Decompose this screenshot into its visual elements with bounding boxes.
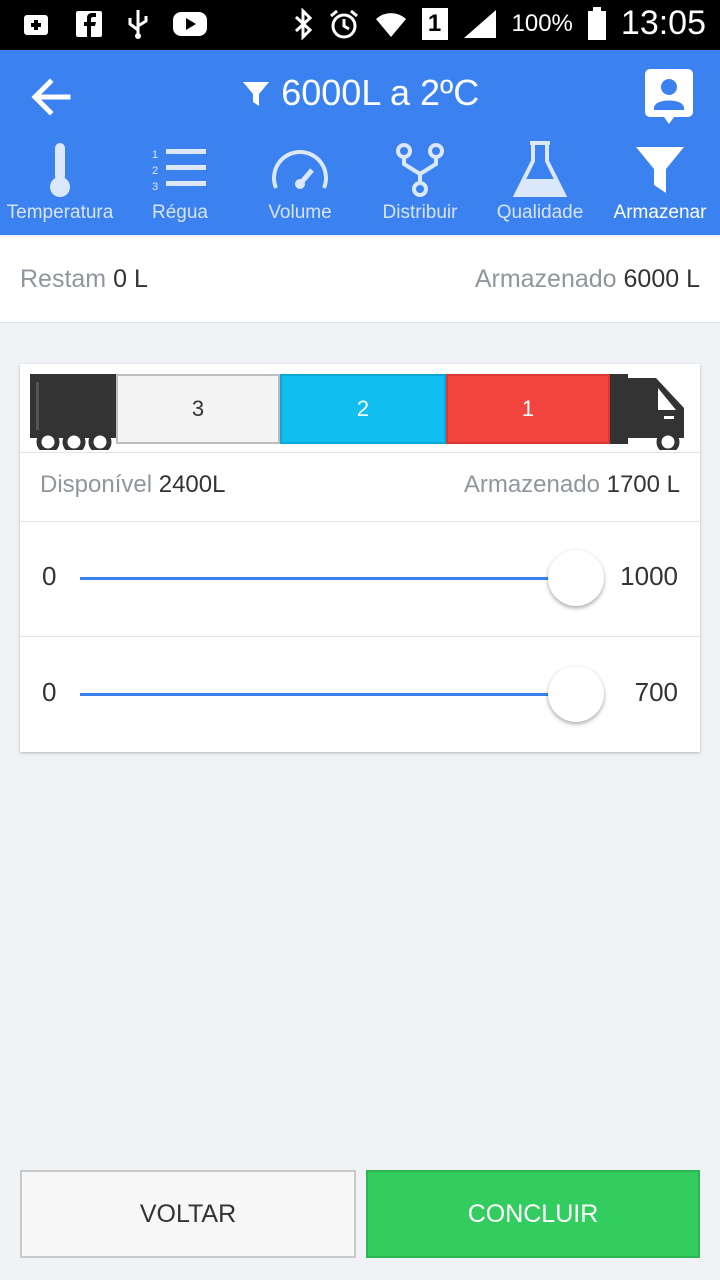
svg-text:2: 2 <box>152 165 158 177</box>
battery-icon <box>587 6 606 40</box>
slider-fill <box>80 693 576 696</box>
ruler-list-icon: 1 2 3 <box>152 149 206 193</box>
compartment-1[interactable]: 1 <box>446 374 610 444</box>
slider-fill <box>80 577 576 580</box>
tab-label: Temperatura <box>6 202 114 223</box>
remaining-label: Restam <box>20 265 107 293</box>
tab-bar: Temperatura 123 Régua Volume Distribuir … <box>0 138 720 235</box>
page-title-text: 6000L a 2ºC <box>281 72 480 113</box>
slider-min: 0 <box>42 561 57 591</box>
back-button[interactable]: VOLTAR <box>20 1170 356 1258</box>
alarm-icon <box>329 9 358 38</box>
gauge-icon <box>272 150 328 189</box>
flask-icon <box>513 141 567 197</box>
sim-badge: 1 <box>421 7 448 40</box>
trailer-rear-icon <box>30 374 116 450</box>
compartment-label: 2 <box>356 396 370 421</box>
clock: 13:05 <box>620 4 706 42</box>
stored-summary: Armazenado 6000 L <box>475 265 700 294</box>
done-button[interactable]: CONCLUIR <box>366 1170 700 1258</box>
truck-cab-icon <box>610 374 684 450</box>
slider-min: 0 <box>42 677 57 707</box>
page-title: 6000L a 2ºC <box>0 72 720 114</box>
facebook-icon <box>76 11 102 37</box>
compartment-label: 3 <box>191 396 205 421</box>
tab-volume[interactable]: Volume <box>240 138 360 235</box>
tab-armazenar[interactable]: Armazenar <box>600 138 720 235</box>
remaining-value: 0 L <box>113 265 148 293</box>
user-profile-icon <box>645 69 693 124</box>
svg-text:1: 1 <box>152 149 158 161</box>
summary-bar: Restam 0 L Armazenado 6000 L <box>0 237 720 323</box>
available-label: Disponível <box>40 471 153 498</box>
profile-button[interactable] <box>644 68 694 126</box>
slider-row-2: 0 700 <box>20 636 700 751</box>
status-bar: 1 100% 13:05 <box>0 0 720 50</box>
stored-label: Armazenado <box>474 265 617 293</box>
tab-distribuir[interactable]: Distribuir <box>360 138 480 235</box>
tab-label: Distribuir <box>382 202 458 223</box>
compartment-stored-info: Armazenado 1700 L <box>464 471 680 499</box>
slider-track[interactable] <box>80 666 604 722</box>
bluetooth-icon <box>294 7 312 40</box>
slider-thumb[interactable] <box>548 666 604 722</box>
youtube-icon <box>173 12 207 36</box>
tab-regua[interactable]: 1 2 3 Régua <box>120 138 240 235</box>
stored-value: 6000 L <box>623 265 700 293</box>
filter-icon <box>636 147 684 193</box>
filter-icon <box>242 82 269 106</box>
tab-label: Armazenar <box>613 202 707 223</box>
usb-icon <box>128 10 148 39</box>
compartment-3[interactable]: 3 <box>116 374 280 444</box>
truck-diagram: 3 2 1 <box>30 372 690 452</box>
tab-label: Volume <box>268 202 332 223</box>
truck-card: 3 2 1 Disponível 2400L Armazenado 1700 L… <box>20 364 700 752</box>
compartment-2[interactable]: 2 <box>280 374 446 444</box>
compartment-info-row: Disponível 2400L Armazenado 1700 L <box>20 452 700 522</box>
compartment-stored-label: Armazenado <box>463 471 600 498</box>
slider-thumb[interactable] <box>548 550 604 606</box>
tab-temperatura[interactable]: Temperatura <box>0 138 120 235</box>
compartment-label: 1 <box>521 396 535 421</box>
tab-label: Qualidade <box>496 202 584 223</box>
add-box-icon <box>24 15 48 35</box>
slider-max: 1000 <box>620 561 678 591</box>
compartment-stored-value: 1700 L <box>606 471 680 498</box>
app-bar: 6000L a 2ºC Temperatura 1 2 3 Régua Volume <box>0 50 720 235</box>
battery-percentage: 100% <box>511 9 573 37</box>
distribute-icon <box>396 143 444 197</box>
slider-max: 700 <box>634 677 678 707</box>
wifi-icon <box>375 12 406 37</box>
slider-track[interactable] <box>80 550 604 606</box>
slider-row-1: 0 1000 <box>20 521 700 635</box>
tab-qualidade[interactable]: Qualidade <box>480 138 600 235</box>
available-value: 2400L <box>158 471 226 498</box>
available-info: Disponível 2400L <box>40 471 225 499</box>
signal-icon <box>463 9 496 38</box>
remaining-summary: Restam 0 L <box>20 265 148 294</box>
svg-text:3: 3 <box>152 181 158 193</box>
thermometer-icon <box>50 143 70 197</box>
tab-label: Régua <box>152 202 208 223</box>
